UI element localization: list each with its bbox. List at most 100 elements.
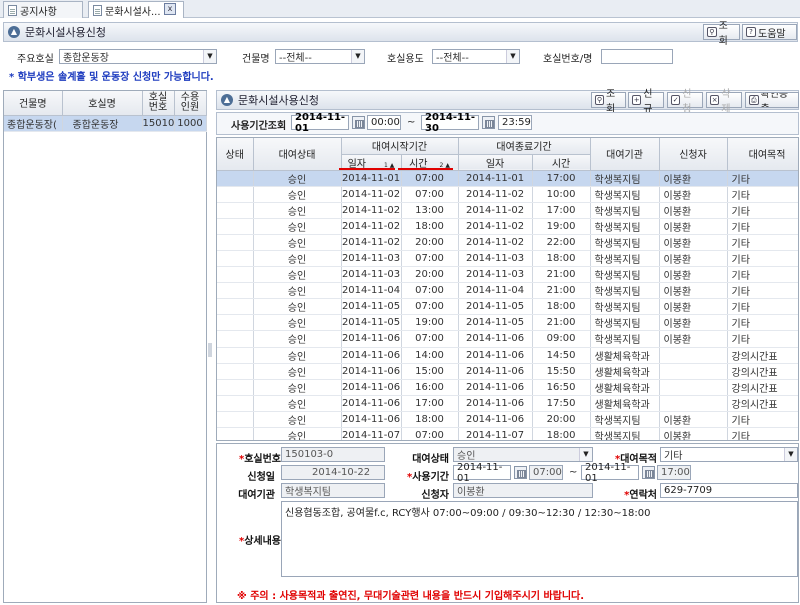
detail-content-textarea[interactable]: 신용협동조합, 공여물f.c, RCY행사 07:00~09:00 / 09:3… [281,501,798,577]
period-to-date[interactable]: 2014-11-01 [581,462,639,484]
cell-agency: 생활체육학과 [590,379,660,396]
cell-room-no: 150103 [142,115,175,132]
table-row[interactable]: 승인 2014-11-06 17:00 2014-11-06 17:50 생활체육학과 강의… [217,395,798,412]
col-end-date[interactable]: 일자 [458,154,533,171]
period-to-time[interactable]: 17:00 [657,465,691,480]
col-group-start: 대여시작기간 [341,138,459,155]
room-no-input[interactable] [601,49,673,64]
cell-purpose: 기타 [727,186,798,203]
print-confirmation-button[interactable]: ⎙확인증출 [745,92,799,108]
chevron-down-icon: ▼ [351,50,364,63]
save-icon: ✓ [671,95,681,105]
collapse-icon[interactable]: ▲ [221,94,233,106]
calendar-icon[interactable] [352,116,365,129]
cell-capacity: 1000 [174,115,207,132]
cell-purpose: 기타 [727,411,798,429]
cell-start-date: 2014-11-02 [341,234,402,251]
table-row[interactable]: 승인 2014-11-06 14:00 2014-11-06 14:50 생활체육학과 강의… [217,347,798,364]
table-row[interactable]: 승인 2014-11-06 18:00 2014-11-06 20:00 학생복지팀 이봉환… [217,411,798,429]
table-row[interactable]: 승인 2014-11-06 07:00 2014-11-06 09:00 학생복지팀 이봉환… [217,330,798,348]
table-row[interactable]: 승인 2014-11-04 07:00 2014-11-04 21:00 학생복지팀 이봉환… [217,282,798,300]
cell-status [217,314,254,332]
cell-rent-status: 승인 [253,314,342,332]
tab-notice[interactable]: 공지사항 [3,1,83,18]
apply-button[interactable]: ✓ 신청 [667,89,703,115]
delete-button[interactable]: × 삭제 [706,89,742,115]
col-room-no[interactable]: 호실 번호 [142,91,175,116]
cell-rent-status: 승인 [253,218,342,235]
col-capacity[interactable]: 수용 인원 [174,91,207,116]
help-button[interactable]: ? 도움말 [742,24,797,40]
period-from-date[interactable]: 2014-11-01 [453,462,511,484]
table-row[interactable]: 승인 2014-11-02 20:00 2014-11-02 22:00 학생복지팀 이봉환… [217,234,798,251]
cell-status [217,186,254,203]
cell-start-time: 07:00 [401,170,459,187]
col-status[interactable]: 상태 [217,138,254,171]
col-building[interactable]: 건물명 [4,91,63,116]
col-applicant[interactable]: 신청자 [659,138,728,171]
col-rent-status[interactable]: 대여상태 [253,138,342,171]
rent-status-label: 대여상태 [412,454,449,465]
calendar-icon[interactable] [642,466,655,479]
collapse-icon[interactable]: ▲ [8,26,20,38]
period-from-date[interactable]: 2014-11-01 [291,112,349,134]
period-label: 사용기간조회 [231,121,287,132]
table-row[interactable]: 승인 2014-11-02 13:00 2014-11-02 17:00 학생복지팀 이봉환… [217,202,798,219]
warning-text: ※ 주의 : 사용목적과 출연진, 무대기술관련 내용을 반드시 기입해주시기 … [237,591,585,602]
col-room[interactable]: 호실명 [62,91,143,116]
table-row[interactable]: 승인 2014-11-03 07:00 2014-11-03 18:00 학생복지팀 이봉환… [217,250,798,268]
cell-rent-status: 승인 [253,234,342,251]
col-agency[interactable]: 대여기관 [590,138,660,171]
cell-status [217,379,254,396]
cell-end-date: 2014-11-07 [458,427,533,440]
table-row[interactable]: 승인 2014-11-05 19:00 2014-11-05 21:00 학생복지팀 이봉환… [217,314,798,332]
cell-applicant: 이봉환 [659,298,728,316]
period-to-date[interactable]: 2014-11-30 [421,112,479,134]
cell-start-time: 20:00 [401,234,459,251]
cell-agency: 학생복지팀 [590,170,660,187]
table-row[interactable]: 승인 2014-11-06 15:00 2014-11-06 15:50 생활체육학과 강의… [217,363,798,380]
contact-input[interactable]: 629-7709 [660,483,798,498]
cell-end-time: 17:00 [532,170,591,187]
cell-agency: 학생복지팀 [590,266,660,284]
delete-icon: × [710,95,720,105]
table-row[interactable]: 승인 2014-11-06 16:00 2014-11-06 16:50 생활체육학과 강의… [217,379,798,396]
col-purpose[interactable]: 대여목적 [727,138,798,171]
cell-end-date: 2014-11-03 [458,266,533,284]
search-button[interactable]: ⚲ 조회 [591,89,626,115]
cell-start-date: 2014-11-01 [341,170,402,187]
col-end-time[interactable]: 시간 [532,154,591,171]
close-tab-icon[interactable]: x [164,3,176,15]
purpose-select[interactable]: 기타 ▼ [660,447,798,462]
table-row[interactable]: 승인 2014-11-03 20:00 2014-11-03 21:00 학생복지팀 이봉환… [217,266,798,284]
cell-agency: 생활체육학과 [590,363,660,380]
col-group-end: 대여종료기간 [458,138,591,155]
cell-end-date: 2014-11-02 [458,202,533,219]
new-button[interactable]: + 신규 [628,89,664,115]
table-row[interactable]: 승인 2014-11-07 07:00 2014-11-07 18:00 학생복지팀 이봉환… [217,427,798,440]
cell-end-time: 15:50 [532,363,591,380]
calendar-icon[interactable] [482,116,495,129]
cell-applicant: 이봉환 [659,186,728,203]
table-row[interactable]: 승인 2014-11-02 18:00 2014-11-02 19:00 학생복지팀 이봉환… [217,218,798,235]
building-select[interactable]: --전체-- ▼ [275,49,365,64]
table-row[interactable]: 승인 2014-11-05 07:00 2014-11-05 18:00 학생복지팀 이봉환… [217,298,798,316]
usage-select[interactable]: --전체-- ▼ [432,49,520,64]
period-to-time[interactable]: 23:59 [498,115,532,130]
cell-status [217,266,254,284]
calendar-icon[interactable] [514,466,527,479]
period-from-time[interactable]: 00:00 [367,115,401,130]
table-row[interactable]: 승인 2014-11-01 07:00 2014-11-01 17:00 학생복지팀 이봉환… [217,170,798,187]
cell-end-date: 2014-11-06 [458,379,533,396]
rent-status-select[interactable]: 승인 ▼ [453,447,593,462]
main-facility-select[interactable]: 종합운동장 ▼ [59,49,217,64]
table-row[interactable]: 종합운동장( 종합운동장 150103 1000 [4,115,207,132]
cell-applicant [659,395,728,412]
period-from-time[interactable]: 07:00 [529,465,563,480]
splitter-handle[interactable] [208,343,212,357]
cell-end-time: 10:00 [532,186,591,203]
cell-applicant: 이봉환 [659,218,728,235]
search-button[interactable]: ⚲ 조회 [703,21,740,47]
table-row[interactable]: 승인 2014-11-02 07:00 2014-11-02 10:00 학생복지팀 이봉환… [217,186,798,203]
cell-start-date: 2014-11-05 [341,298,402,316]
